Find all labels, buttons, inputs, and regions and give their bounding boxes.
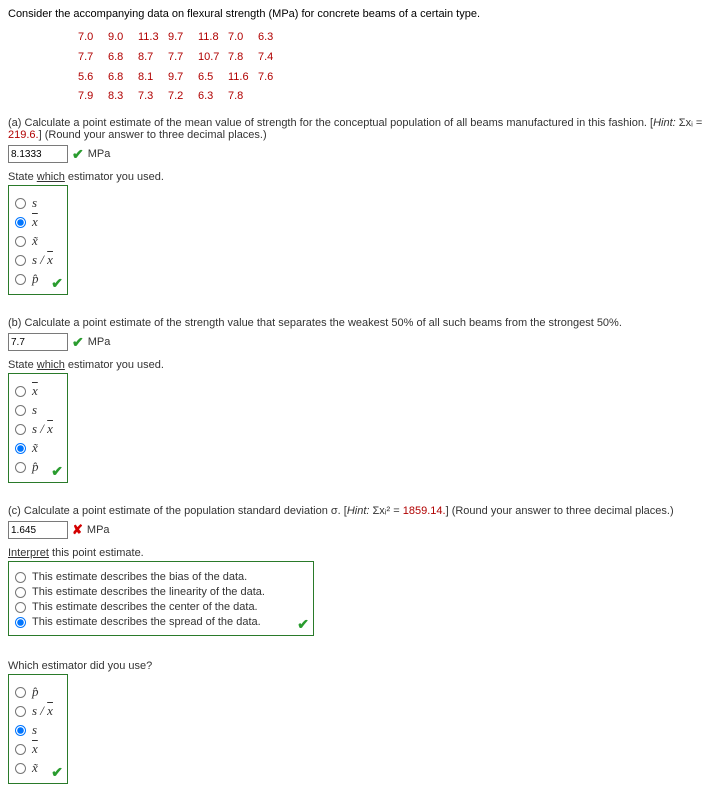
radio-input[interactable] <box>15 424 26 435</box>
option-label: x <box>32 214 38 230</box>
part-c-answer-input[interactable] <box>8 521 68 539</box>
option-label: s / x <box>32 421 53 437</box>
radio-option[interactable]: This estimate describes the spread of th… <box>15 616 285 628</box>
radio-input[interactable] <box>15 687 26 698</box>
intro-text: Consider the accompanying data on flexur… <box>8 8 720 20</box>
radio-input[interactable] <box>15 443 26 454</box>
unit-label: MPa <box>88 148 111 160</box>
radio-input[interactable] <box>15 725 26 736</box>
radio-input[interactable] <box>15 602 26 613</box>
radio-input[interactable] <box>15 236 26 247</box>
radio-option[interactable]: s / x <box>15 252 53 268</box>
option-label: x̃ <box>32 233 38 249</box>
radio-option[interactable]: s / x <box>15 421 53 437</box>
option-label: This estimate describes the center of th… <box>32 601 258 613</box>
option-label: s <box>32 402 37 418</box>
option-label: p̂ <box>32 271 39 287</box>
radio-input[interactable] <box>15 462 26 473</box>
part-a-answer-input[interactable] <box>8 145 68 163</box>
part-c-interpret-label: Interpret this point estimate. <box>8 547 720 559</box>
check-icon: ✔ <box>51 463 63 480</box>
option-label: This estimate describes the bias of the … <box>32 571 247 583</box>
radio-option[interactable]: s / x <box>15 703 53 719</box>
radio-option[interactable]: x̃ <box>15 233 53 249</box>
part-b-answer-input[interactable] <box>8 333 68 351</box>
radio-option[interactable]: x̃ <box>15 440 53 456</box>
radio-input[interactable] <box>15 706 26 717</box>
radio-input[interactable] <box>15 255 26 266</box>
option-label: s / x <box>32 703 53 719</box>
option-label: x̃ <box>32 760 38 776</box>
option-label: x <box>32 383 38 399</box>
radio-input[interactable] <box>15 198 26 209</box>
option-label: This estimate describes the spread of th… <box>32 616 261 628</box>
radio-option[interactable]: p̂ <box>15 459 53 475</box>
option-label: p̂ <box>32 459 39 475</box>
part-a-estimator-box: sx x̃ s / x p̂ ✔ <box>8 185 68 295</box>
option-label: x̃ <box>32 440 38 456</box>
check-icon: ✔ <box>297 616 309 633</box>
part-c-which-box: p̂ s / x sx x̃ ✔ <box>8 674 68 784</box>
option-label: s <box>32 722 37 738</box>
radio-input[interactable] <box>15 763 26 774</box>
unit-label: MPa <box>88 336 111 348</box>
cross-icon: ✘ <box>72 522 83 538</box>
radio-option[interactable]: x <box>15 383 53 399</box>
option-label: p̂ <box>32 684 39 700</box>
radio-input[interactable] <box>15 405 26 416</box>
radio-option[interactable]: x <box>15 214 53 230</box>
part-b-state-label: State which estimator you used. <box>8 359 720 371</box>
option-label: This estimate describes the linearity of… <box>32 586 265 598</box>
option-label: s <box>32 195 37 211</box>
part-a-text: (a) Calculate a point estimate of the me… <box>8 117 720 141</box>
radio-option[interactable]: p̂ <box>15 684 53 700</box>
part-c-interpret-box: This estimate describes the bias of the … <box>8 561 314 636</box>
radio-option[interactable]: s <box>15 402 53 418</box>
radio-input[interactable] <box>15 274 26 285</box>
radio-option[interactable]: s <box>15 195 53 211</box>
check-icon: ✔ <box>72 334 84 351</box>
radio-input[interactable] <box>15 587 26 598</box>
radio-option[interactable]: x <box>15 741 53 757</box>
radio-option[interactable]: This estimate describes the linearity of… <box>15 586 285 598</box>
part-c-text: (c) Calculate a point estimate of the po… <box>8 505 720 517</box>
part-a-state-label: State which estimator you used. <box>8 171 720 183</box>
radio-option[interactable]: This estimate describes the bias of the … <box>15 571 285 583</box>
part-b-estimator-box: xs s / x x̃ p̂ ✔ <box>8 373 68 483</box>
option-label: x <box>32 741 38 757</box>
check-icon: ✔ <box>51 275 63 292</box>
radio-option[interactable]: s <box>15 722 53 738</box>
unit-label: MPa <box>87 524 110 536</box>
radio-option[interactable]: p̂ <box>15 271 53 287</box>
option-label: s / x <box>32 252 53 268</box>
radio-input[interactable] <box>15 572 26 583</box>
radio-input[interactable] <box>15 617 26 628</box>
check-icon: ✔ <box>51 764 63 781</box>
radio-option[interactable]: x̃ <box>15 760 53 776</box>
radio-input[interactable] <box>15 386 26 397</box>
data-values: 7.09.011.39.711.87.06.37.76.88.77.710.77… <box>78 28 720 107</box>
check-icon: ✔ <box>72 146 84 163</box>
part-b-text: (b) Calculate a point estimate of the st… <box>8 317 720 329</box>
radio-input[interactable] <box>15 744 26 755</box>
part-c-which-label: Which estimator did you use? <box>8 660 720 672</box>
radio-option[interactable]: This estimate describes the center of th… <box>15 601 285 613</box>
radio-input[interactable] <box>15 217 26 228</box>
